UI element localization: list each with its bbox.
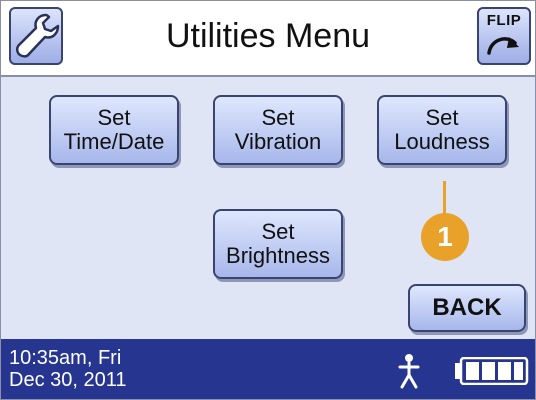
set-vibration-line1: Set	[261, 105, 295, 130]
datetime-display: 10:35am, Fri Dec 30, 2011	[9, 347, 127, 391]
battery-icon	[455, 357, 529, 385]
page-title: Utilities Menu	[165, 17, 371, 55]
device-screen: Utilities Menu FLIP Set Time/Date Set Vi…	[0, 0, 536, 400]
flip-button[interactable]: FLIP	[477, 7, 531, 65]
flip-arrow-icon	[487, 37, 519, 55]
date-text: Dec 30, 2011	[9, 369, 127, 391]
set-vibration-button[interactable]: Set Vibration	[213, 95, 343, 165]
time-text: 10:35am, Fri	[9, 347, 122, 369]
person-icon	[398, 354, 420, 389]
status-bar: 10:35am, Fri Dec 30, 2011	[1, 339, 535, 399]
set-loudness-line2: Loudness	[394, 129, 490, 154]
set-brightness-line2: Brightness	[226, 243, 330, 268]
set-vibration-line2: Vibration	[234, 129, 322, 154]
set-brightness-button[interactable]: Set Brightness	[213, 209, 343, 279]
set-time-date-button[interactable]: Set Time/Date	[49, 95, 179, 165]
set-loudness-button[interactable]: Set Loudness	[377, 95, 507, 165]
header: Utilities Menu FLIP	[1, 1, 535, 77]
wrench-icon	[15, 13, 60, 58]
set-time-date-line1: Set	[97, 105, 131, 130]
utilities-button[interactable]	[9, 7, 63, 65]
back-button[interactable]: BACK	[408, 284, 526, 332]
set-loudness-line1: Set	[425, 105, 459, 130]
set-time-date-line2: Time/Date	[63, 129, 165, 154]
callout-badge: 1	[421, 213, 469, 261]
set-brightness-line1: Set	[261, 219, 295, 244]
